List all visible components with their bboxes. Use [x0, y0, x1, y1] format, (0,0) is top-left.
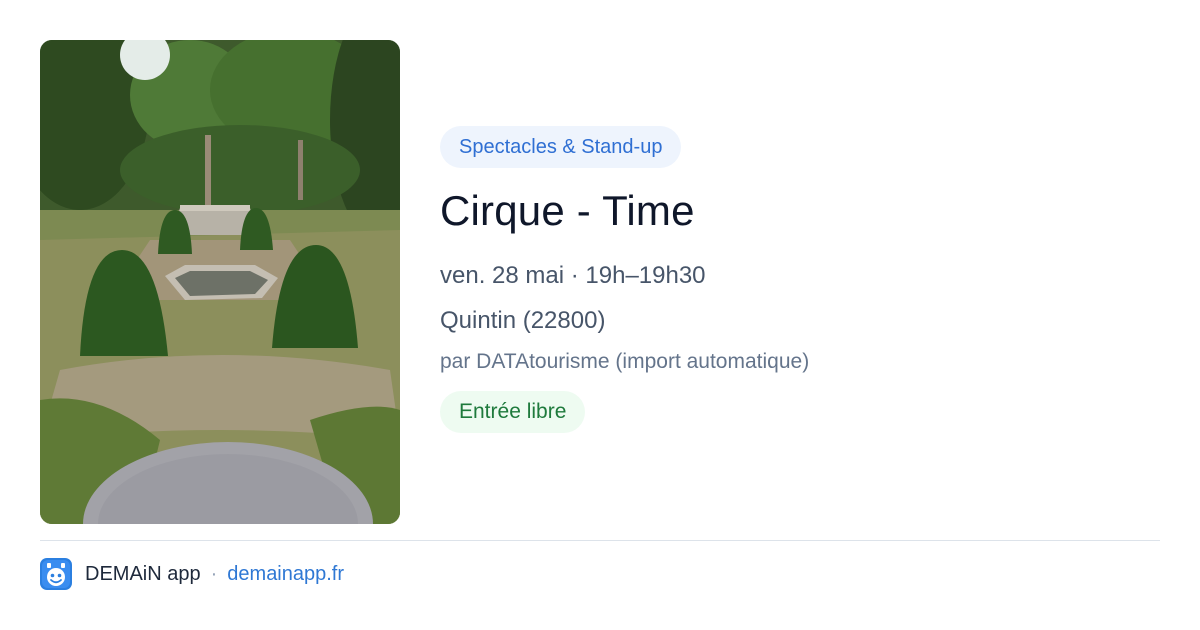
event-source: par DATAtourisme (import automatique): [440, 350, 810, 373]
event-title: Cirque - Time: [440, 187, 695, 234]
event-photo: [40, 40, 400, 524]
app-link[interactable]: demainapp.fr: [227, 563, 344, 586]
app-name: DEMAiN app: [85, 562, 201, 585]
event-card[interactable]: Spectacles & Stand-up Cirque - Time ven.…: [0, 0, 1200, 630]
event-info: Spectacles & Stand-up Cirque - Time ven.…: [440, 126, 1160, 433]
event-datetime: ven. 28 mai · 19h–19h30: [440, 262, 706, 289]
category-badge[interactable]: Spectacles & Stand-up: [440, 126, 682, 168]
demain-app-icon: [40, 558, 72, 590]
event-location: Quintin (22800): [440, 307, 606, 334]
price-badge: Entrée libre: [440, 391, 586, 433]
footer-separator: ·: [210, 562, 218, 585]
footer-divider: [40, 540, 1160, 541]
footer: DEMAiN app · demainapp.fr: [40, 558, 344, 590]
